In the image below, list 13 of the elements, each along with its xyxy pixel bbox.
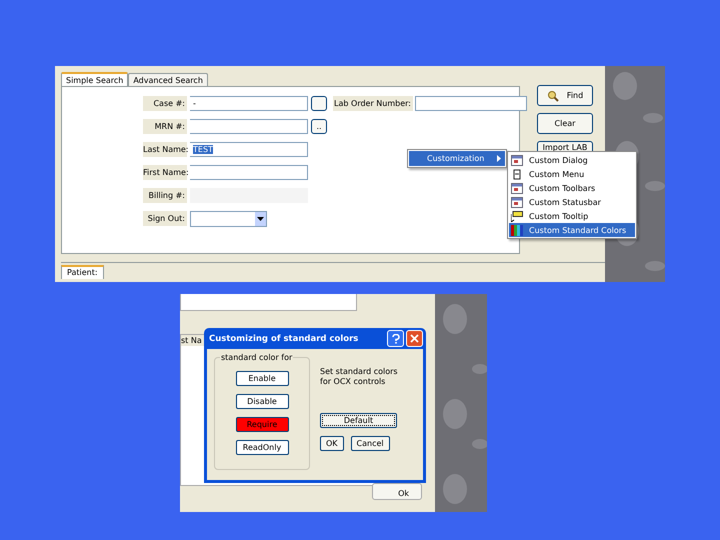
field-label: Last Name: — [143, 142, 187, 157]
field-label: Case #: — [143, 96, 187, 111]
field-value: TEST — [193, 145, 213, 154]
field-label: Sign Out: — [143, 211, 187, 226]
field-value: - — [193, 99, 196, 108]
window-title: Customizing of standard colors — [209, 334, 358, 344]
column-header: st Na — [181, 335, 206, 346]
field-label: Billing #: — [143, 188, 187, 203]
field-label: First Name: — [143, 165, 187, 180]
field-label: Lab Order Number: — [333, 96, 413, 111]
group-label: standard color for — [220, 353, 294, 362]
field-label: MRN #: — [143, 119, 187, 134]
hint-text: Set standard colors for OCX controls — [320, 367, 399, 387]
